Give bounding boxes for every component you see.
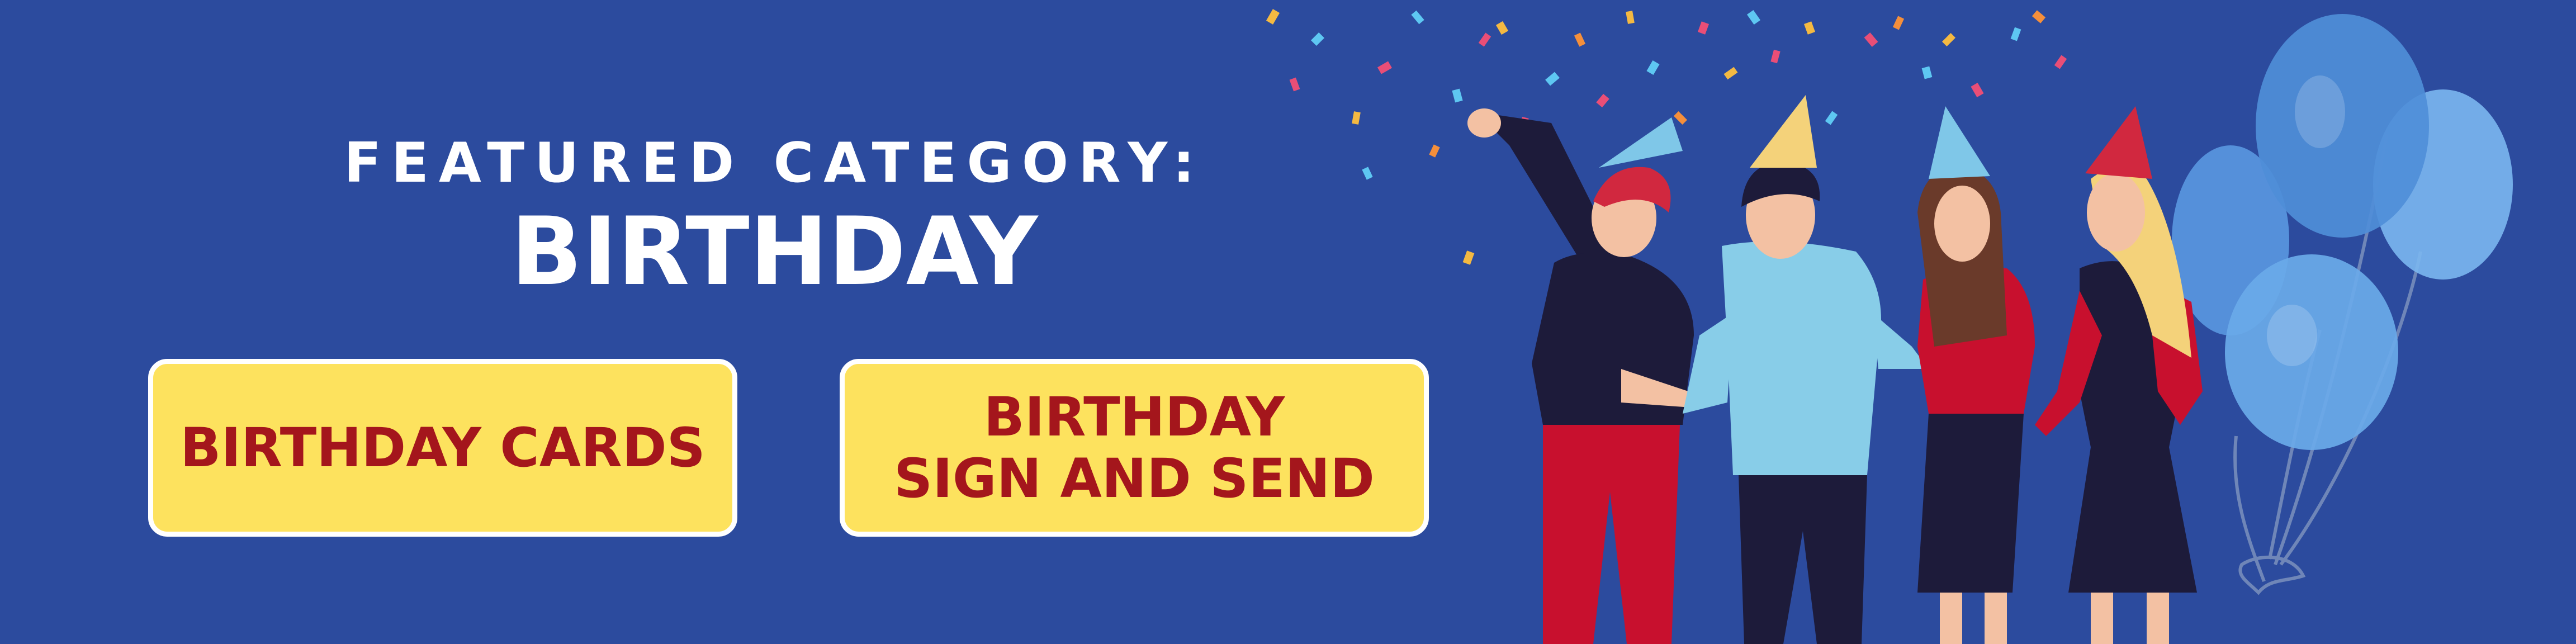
person-blue-shirt	[1683, 95, 1929, 644]
featured-category-eyebrow: FEATURED CATEGORY:	[344, 131, 1205, 195]
party-people-illustration	[1266, 9, 2513, 644]
birthday-cards-button[interactable]: BIRTHDAY CARDS	[148, 359, 737, 537]
party-hat-icon	[2085, 106, 2152, 179]
party-hat-icon	[1599, 117, 1683, 168]
party-hat-icon	[1750, 95, 1817, 168]
featured-category-banner: FEATURED CATEGORY: BIRTHDAY BIRTHDAY CAR…	[0, 0, 2576, 644]
balloon-icon	[2172, 14, 2513, 595]
category-title: BIRTHDAY	[510, 197, 1038, 306]
person-red-top	[1917, 106, 2035, 644]
person-blonde	[2035, 106, 2203, 644]
person-red-hair	[1467, 108, 1699, 644]
party-hat-icon	[1929, 106, 1990, 179]
